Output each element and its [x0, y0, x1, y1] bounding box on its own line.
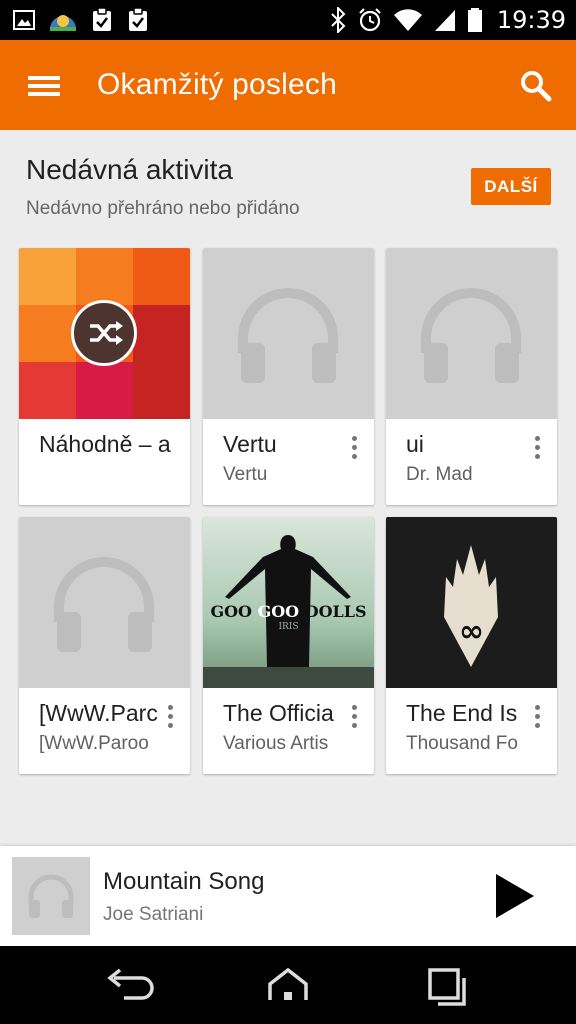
clipboard-check-icon — [129, 7, 147, 31]
signal-icon — [434, 10, 455, 31]
album-card[interactable]: GOO GOO DOLLS IRIS The Officia Various A… — [203, 517, 374, 774]
app-toolbar: Okamžitý poslech — [0, 40, 576, 130]
thousand-foot-krutch-cover-art: ∞ — [386, 517, 557, 688]
overflow-menu-icon[interactable] — [344, 703, 364, 731]
card-subtitle: [WwW.Paroo — [39, 733, 149, 754]
play-icon[interactable] — [488, 870, 540, 922]
weather-icon — [50, 15, 76, 31]
back-icon[interactable] — [98, 964, 158, 1008]
album-card[interactable]: ∞ The End Is Thousand Fo — [386, 517, 557, 774]
infinity-icon: ∞ — [459, 614, 484, 649]
page-title: Okamžitý poslech — [97, 68, 337, 101]
system-nav-bar — [0, 946, 576, 1024]
search-icon[interactable] — [514, 64, 558, 108]
more-button[interactable]: DALŠÍ — [471, 168, 551, 205]
now-playing-bar[interactable]: Mountain Song Joe Satriani — [0, 846, 576, 946]
headphones-icon — [238, 288, 338, 383]
headphones-icon — [28, 874, 74, 918]
album-card[interactable]: ui Dr. Mad — [386, 248, 557, 505]
shuffle-card[interactable]: Náhodně – a — [19, 248, 190, 505]
overflow-menu-icon[interactable] — [160, 703, 180, 731]
alarm-icon — [359, 8, 381, 32]
battery-icon — [467, 8, 482, 32]
album-card[interactable]: [WwW.Parc [WwW.Paroo — [19, 517, 190, 774]
overflow-menu-icon[interactable] — [344, 434, 364, 462]
headphones-icon — [54, 557, 154, 652]
goo-goo-dolls-band-text: GOO GOO DOLLS — [210, 602, 366, 621]
clock-time: 19:39 — [496, 6, 566, 34]
now-playing-artist: Joe Satriani — [103, 904, 204, 925]
card-title: [WwW.Parc — [39, 700, 158, 726]
headphones-placeholder-art — [386, 248, 557, 419]
overflow-menu-icon[interactable] — [527, 434, 547, 462]
section-title: Nedávná aktivita — [26, 154, 234, 185]
card-subtitle: Dr. Mad — [406, 464, 473, 485]
now-playing-art — [12, 857, 90, 935]
system-icons: 19:39 — [329, 0, 566, 40]
now-playing-title: Mountain Song — [103, 868, 265, 895]
notification-icons — [12, 7, 150, 33]
goo-goo-dolls-cover-art: GOO GOO DOLLS IRIS — [203, 517, 374, 688]
section-subtitle: Nedávno přehráno nebo přidáno — [26, 198, 300, 219]
shuffle-icon — [71, 300, 137, 366]
album-card[interactable]: Vertu Vertu — [203, 248, 374, 505]
card-subtitle: Vertu — [223, 464, 268, 485]
hamburger-menu-icon[interactable] — [22, 66, 66, 106]
home-icon[interactable] — [258, 964, 318, 1008]
card-subtitle: Various Artis — [223, 733, 329, 754]
bluetooth-icon — [331, 7, 346, 33]
wifi-icon — [393, 9, 422, 32]
card-title: Náhodně – a — [39, 431, 171, 457]
headphones-placeholder-art — [19, 517, 190, 688]
headphones-icon — [421, 288, 521, 383]
clipboard-check-icon — [93, 7, 111, 31]
status-bar: 19:39 — [0, 0, 576, 40]
shuffle-mosaic-art — [19, 248, 190, 419]
card-subtitle: Thousand Fo — [406, 733, 518, 754]
card-title: ui — [406, 431, 424, 457]
card-title: The Officia — [223, 700, 334, 726]
recents-icon[interactable] — [418, 964, 478, 1008]
image-icon — [13, 10, 35, 30]
overflow-menu-icon[interactable] — [527, 703, 547, 731]
iris-album-text: IRIS — [278, 622, 298, 632]
card-title: The End Is — [406, 700, 518, 726]
card-title: Vertu — [223, 431, 277, 457]
headphones-placeholder-art — [203, 248, 374, 419]
